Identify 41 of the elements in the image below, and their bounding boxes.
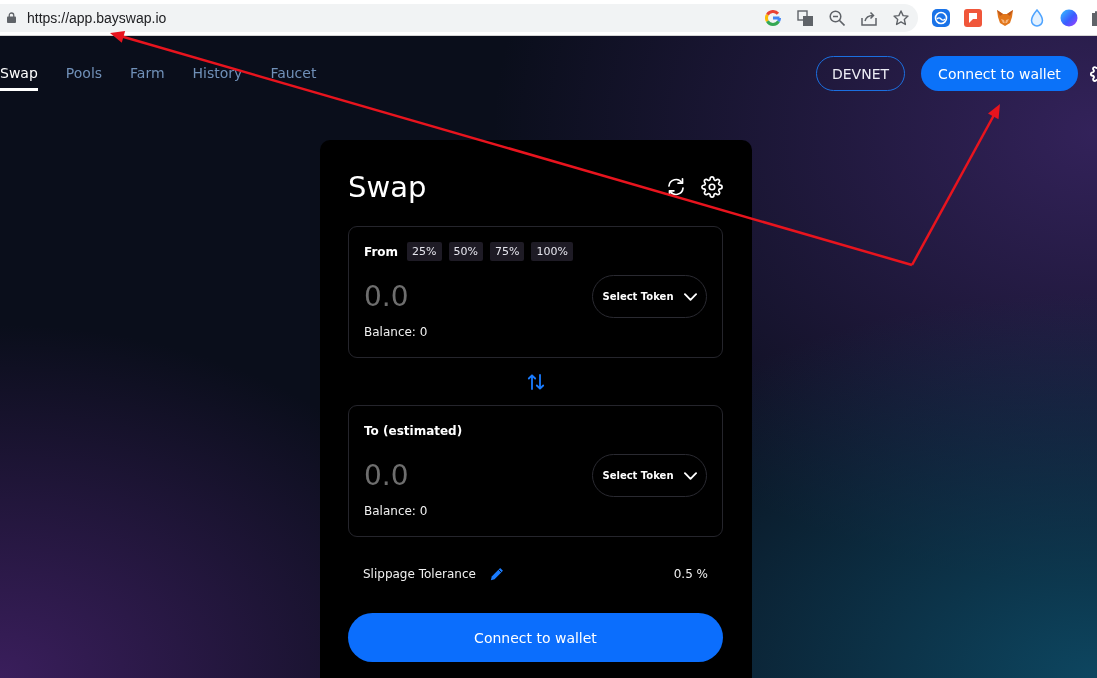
- panel-label: To (estimated): [364, 423, 463, 438]
- swap-direction-icon[interactable]: [526, 372, 545, 391]
- zoom-out-icon[interactable]: [829, 9, 845, 26]
- star-icon[interactable]: [893, 9, 909, 26]
- puzzle-icon[interactable]: [1092, 9, 1097, 26]
- url-text: https://app.bayswap.io: [27, 9, 168, 26]
- gear-icon[interactable]: [1090, 63, 1097, 84]
- g-logo-icon[interactable]: [765, 9, 781, 26]
- percent-button[interactable]: 25%: [407, 242, 442, 261]
- nav-tab[interactable]: History: [192, 56, 243, 91]
- panel-label: From: [364, 244, 399, 259]
- nav-tab[interactable]: Swap: [0, 56, 38, 91]
- connect-wallet-button[interactable]: Connect to wallet: [348, 613, 723, 662]
- card-title: Swap: [348, 169, 427, 205]
- chevron-icon: [683, 292, 697, 301]
- translate-icon[interactable]: [797, 9, 813, 26]
- percent-button[interactable]: 50%: [448, 242, 483, 261]
- balance-text: Balance: 0: [364, 503, 429, 519]
- speech-bubble-tile-icon[interactable]: [964, 8, 982, 27]
- nav-tab[interactable]: Pools: [65, 56, 103, 91]
- lock-icon[interactable]: [7, 12, 16, 23]
- nav-tab[interactable]: Faucet: [270, 56, 317, 91]
- percent-button[interactable]: 100%: [531, 242, 573, 261]
- drop-icon[interactable]: [1028, 8, 1046, 27]
- sphere-icon[interactable]: [1060, 8, 1078, 27]
- refresh-icon[interactable]: [666, 177, 686, 197]
- share-icon[interactable]: [861, 9, 877, 26]
- wave-tile-icon[interactable]: [932, 8, 950, 27]
- settings-icon[interactable]: [701, 176, 723, 198]
- fox-icon[interactable]: [996, 8, 1014, 27]
- percent-button[interactable]: 75%: [490, 242, 525, 261]
- amount-input[interactable]: 0.0: [364, 459, 564, 492]
- address-bar[interactable]: https://app.bayswap.io: [0, 3, 918, 32]
- amount-input[interactable]: 0.0: [364, 280, 564, 313]
- nav-tab[interactable]: Farm: [130, 56, 165, 91]
- pencil-icon[interactable]: [489, 567, 504, 581]
- slippage-label: Slippage Tolerance: [363, 567, 476, 581]
- connect-wallet-button[interactable]: Connect to wallet: [921, 56, 1078, 91]
- chevron-icon: [683, 471, 697, 480]
- balance-text: Balance: 0: [364, 324, 429, 340]
- slippage-value: 0.5 %: [673, 567, 708, 581]
